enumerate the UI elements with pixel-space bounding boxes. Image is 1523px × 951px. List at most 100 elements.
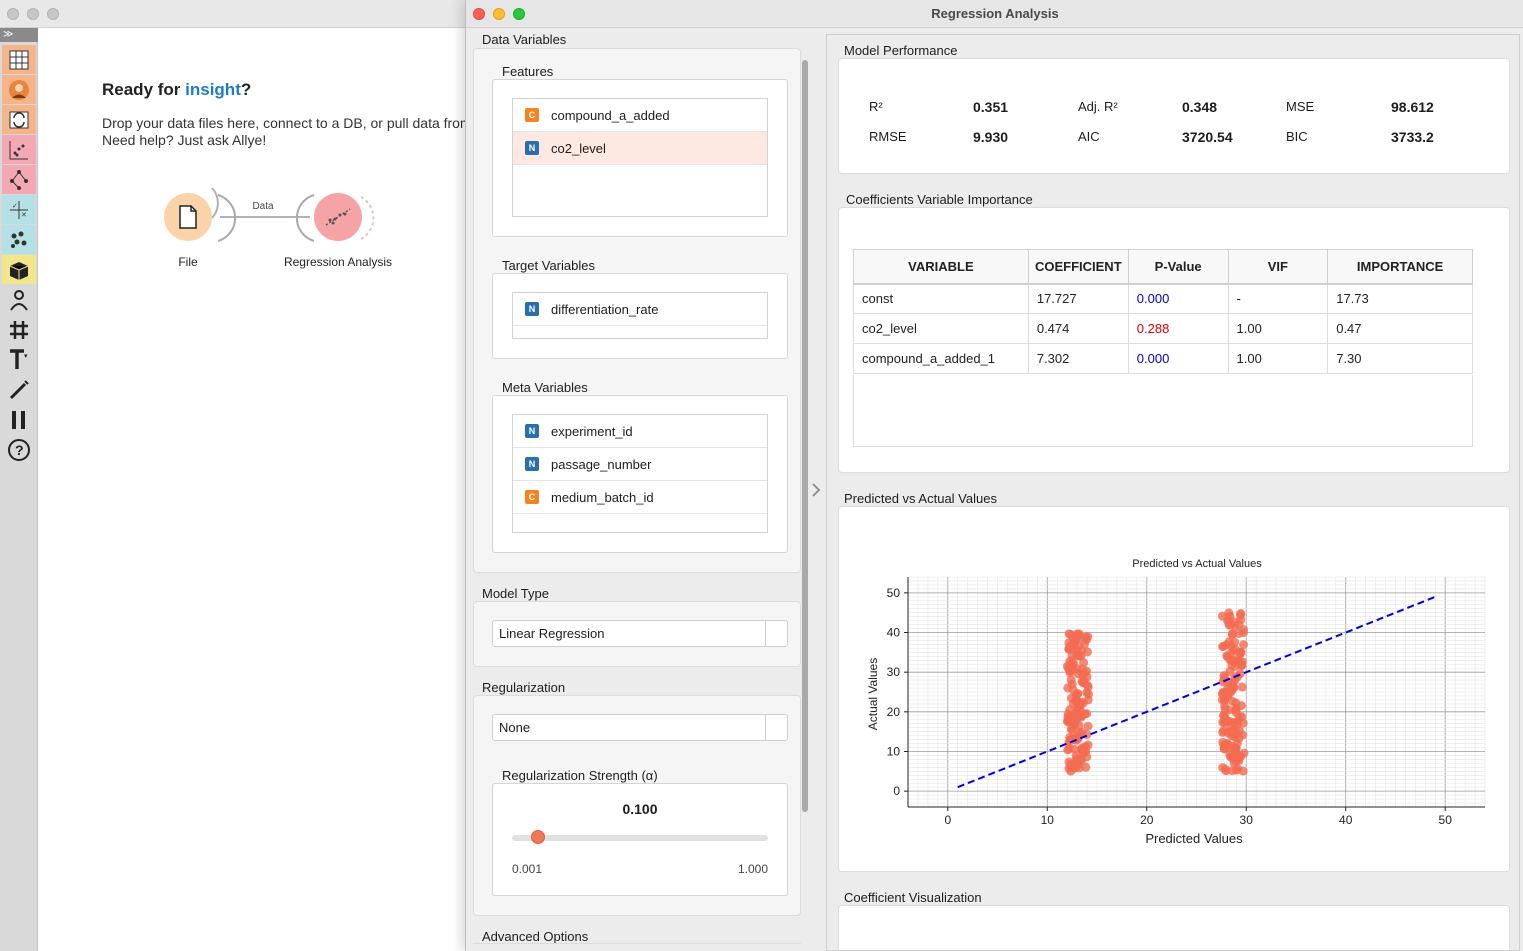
y-tick-label: 20 xyxy=(887,705,901,719)
target-list[interactable]: N differentiation_rate xyxy=(512,292,768,339)
list-item[interactable]: C medium_batch_id xyxy=(513,481,767,514)
list-item[interactable]: C compound_a_added xyxy=(513,99,767,132)
metric-name: RMSE xyxy=(869,129,907,144)
svg-text:✕: ✕ xyxy=(21,212,27,219)
chevron-down-icon[interactable] xyxy=(765,715,787,740)
data-point xyxy=(1235,712,1245,722)
tree-icon[interactable] xyxy=(2,165,36,194)
widget-toolbox: ≫ ✓ ✕ ▾ ? xyxy=(0,28,38,951)
strength-value: 0.100 xyxy=(622,801,658,817)
metric-value: 0.348 xyxy=(1182,99,1218,115)
list-item[interactable]: N experiment_id xyxy=(513,415,767,448)
x-tick-label: 10 xyxy=(1041,813,1055,827)
table-icon[interactable] xyxy=(2,45,36,74)
metric-value: 3720.54 xyxy=(1182,129,1233,145)
y-tick-label: 10 xyxy=(887,744,901,758)
pencil-icon[interactable] xyxy=(2,375,36,404)
svg-text:?: ? xyxy=(15,442,24,458)
data-point xyxy=(1218,763,1228,773)
control-panel: Data Variables Features C compound_a_add… xyxy=(469,28,809,951)
cell-vif: 1.00 xyxy=(1227,343,1329,374)
data-point xyxy=(1228,696,1238,706)
strength-max-label: 1.000 xyxy=(737,862,768,876)
x-axis-label: Predicted Values xyxy=(1145,831,1243,846)
table-row[interactable]: co2_level 0.474 0.288 1.00 0.47 xyxy=(853,313,1473,344)
features-list[interactable]: C compound_a_added N co2_level xyxy=(512,98,768,217)
regularization-select[interactable]: None xyxy=(492,714,788,741)
y-axis-label: Actual Values xyxy=(866,658,880,731)
regression-icon xyxy=(325,208,351,226)
features-label: Features xyxy=(502,64,554,79)
strength-slider-track[interactable] xyxy=(512,835,768,841)
meta-variables-label: Meta Variables xyxy=(502,380,588,395)
hash-icon[interactable] xyxy=(2,315,36,344)
data-point xyxy=(1083,721,1093,731)
model-type-select[interactable]: Linear Regression xyxy=(492,620,788,647)
collapse-toolbox-icon[interactable]: ≫ xyxy=(0,28,38,42)
model-type-label: Model Type xyxy=(482,586,549,601)
variable-name: passage_number xyxy=(551,456,652,472)
table-header-row: VARIABLE COEFFICIENT P-Value VIF IMPORTA… xyxy=(853,249,1473,285)
data-point xyxy=(1225,655,1235,665)
scrollbar[interactable] xyxy=(802,60,808,812)
assistant-avatar-icon[interactable] xyxy=(2,75,36,104)
regularization-value: None xyxy=(499,720,531,735)
link-label: Data xyxy=(252,201,274,212)
cell-pvalue: 0.288 xyxy=(1127,313,1229,344)
svg-text:▾: ▾ xyxy=(24,353,28,360)
regression-node[interactable] xyxy=(314,193,362,241)
cluster-icon[interactable] xyxy=(2,225,36,254)
zoom-dot[interactable] xyxy=(47,8,59,20)
column-header[interactable]: VIF xyxy=(1227,249,1329,285)
coefficient-visualization-box xyxy=(838,905,1510,950)
box-icon[interactable] xyxy=(2,255,36,284)
coefficients-tabs[interactable]: Coefficients Variable Importance xyxy=(846,192,1033,207)
file-node[interactable] xyxy=(164,193,212,241)
close-dot[interactable] xyxy=(7,8,19,20)
table-row[interactable]: compound_a_added_1 7.302 0.000 1.00 7.30 xyxy=(853,343,1473,374)
help-icon[interactable]: ? xyxy=(2,435,36,464)
transform-icon[interactable] xyxy=(2,105,36,134)
data-point xyxy=(1069,744,1079,754)
cell-pvalue: 0.000 xyxy=(1127,283,1229,314)
column-header[interactable]: COEFFICIENT xyxy=(1027,249,1129,285)
cell-coefficient: 7.302 xyxy=(1027,343,1129,374)
list-item[interactable]: N passage_number xyxy=(513,448,767,481)
table-row[interactable]: const 17.727 0.000 - 17.73 xyxy=(853,283,1473,314)
confusion-matrix-icon[interactable]: ✓ ✕ xyxy=(2,195,36,224)
welcome-instructions: Drop your data files here, connect to a … xyxy=(102,115,467,131)
regularization-label: Regularization xyxy=(482,680,566,695)
data-variables-label: Data Variables xyxy=(482,32,567,47)
text-icon[interactable]: ▾ xyxy=(2,345,36,374)
chevron-right-icon[interactable] xyxy=(810,482,824,500)
data-point xyxy=(1230,637,1240,647)
data-point xyxy=(1071,762,1081,772)
plot-box: 0 10 20 30 40 50 0 10 20 30 40 50 Predicted vs Actu… xyxy=(838,506,1510,872)
regression-node-label: Regression Analysis xyxy=(283,255,393,269)
meta-list[interactable]: N experiment_id N passage_number C mediu… xyxy=(512,414,768,533)
regression-dialog: Regression Analysis Data Variables Featu… xyxy=(465,0,1523,951)
data-point xyxy=(1082,752,1092,762)
y-tick-label: 40 xyxy=(887,626,901,640)
column-header[interactable]: IMPORTANCE xyxy=(1327,249,1473,285)
column-header[interactable]: VARIABLE xyxy=(853,249,1029,285)
advanced-options-label[interactable]: Advanced Options xyxy=(482,929,588,944)
list-item-selected[interactable]: N co2_level xyxy=(513,132,767,165)
strength-slider-handle[interactable] xyxy=(530,830,545,844)
chevron-down-icon[interactable] xyxy=(765,621,787,646)
document-icon xyxy=(179,205,197,229)
column-header[interactable]: P-Value xyxy=(1127,249,1229,285)
numeric-badge-icon: N xyxy=(525,302,539,316)
model-performance-box: R² 0.351 Adj. R² 0.348 MSE 98.612 RMSE 9… xyxy=(838,58,1510,174)
list-item[interactable]: N differentiation_rate xyxy=(513,293,767,326)
minimize-dot[interactable] xyxy=(27,8,39,20)
cell-variable: compound_a_added_1 xyxy=(853,343,1029,374)
cell-importance: 17.73 xyxy=(1327,283,1473,314)
dialog-title: Regression Analysis xyxy=(931,6,1059,21)
pause-icon[interactable] xyxy=(2,405,36,434)
person-icon[interactable] xyxy=(2,285,36,314)
variable-name: compound_a_added xyxy=(551,107,670,123)
cell-importance: 0.47 xyxy=(1327,313,1473,344)
scatter-plot-icon[interactable] xyxy=(2,135,36,164)
data-point xyxy=(1224,608,1234,618)
